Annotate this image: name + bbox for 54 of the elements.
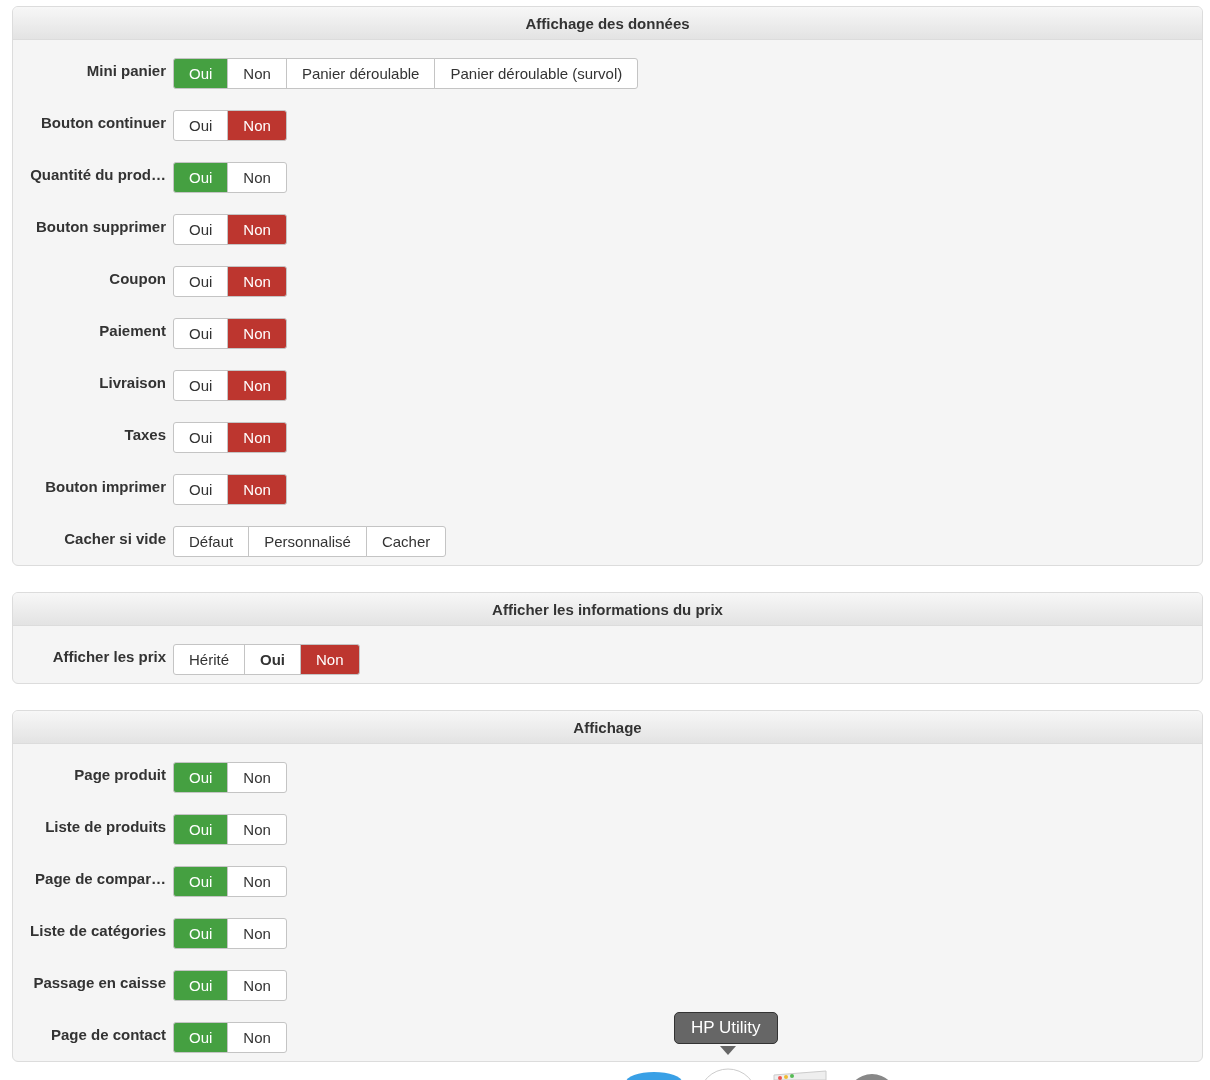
setting-label: Coupon <box>108 270 166 287</box>
toggle-option[interactable]: Non <box>227 762 287 793</box>
toggle-option[interactable]: Oui <box>173 422 229 453</box>
setting-label: Bouton imprimer <box>44 478 166 495</box>
toggle-option[interactable]: Oui <box>173 474 229 505</box>
toggle-option[interactable]: Panier déroulable (survol) <box>434 58 639 89</box>
toggle-option[interactable]: Oui <box>173 214 229 245</box>
setting-label: Page de contact <box>49 1026 166 1043</box>
toggle-option[interactable]: Non <box>227 1022 287 1053</box>
toggle-option[interactable]: Défaut <box>173 526 250 557</box>
setting-label: Taxes <box>123 426 166 443</box>
panel-title: Afficher les informations du prix <box>13 593 1202 626</box>
toggle-option[interactable]: Non <box>300 644 360 675</box>
toggle-option[interactable]: Non <box>227 370 287 401</box>
setting-label: Cacher si vide <box>63 530 166 547</box>
toggle-option[interactable]: Non <box>227 58 287 89</box>
setting-label: Liste de catégories <box>29 922 166 939</box>
panel-title: Affichage des données <box>13 7 1202 40</box>
toggle-option[interactable]: Non <box>227 110 287 141</box>
setting-label: Passage en caisse <box>32 974 166 991</box>
panel-title: Affichage <box>13 711 1202 744</box>
setting-label: Bouton continuer <box>40 114 166 131</box>
setting-label: Liste de produits <box>44 818 166 835</box>
toggle-option[interactable]: Oui <box>173 266 229 297</box>
toggle-option[interactable]: Non <box>227 474 287 505</box>
setting-label: Bouton supprimer <box>35 218 166 235</box>
toggle-option[interactable]: Non <box>227 866 287 897</box>
toggle-option[interactable]: Personnalisé <box>248 526 367 557</box>
toggle-option[interactable]: Non <box>227 814 287 845</box>
toggle-option[interactable]: Non <box>227 318 287 349</box>
toggle-option[interactable]: Non <box>227 918 287 949</box>
toggle-option[interactable]: Non <box>227 422 287 453</box>
setting-label: Quantité du prod… <box>29 166 166 183</box>
setting-label: Afficher les prix <box>51 648 166 665</box>
setting-label: Paiement <box>98 322 166 339</box>
toggle-option[interactable]: Cacher <box>365 526 447 557</box>
setting-label: Page de compar… <box>34 870 166 887</box>
toggle-option[interactable]: Oui <box>173 318 229 349</box>
toggle-option[interactable]: Non <box>227 266 287 297</box>
window-icon[interactable] <box>772 1070 828 1080</box>
toggle-option[interactable]: Non <box>227 214 287 245</box>
setting-label: Mini panier <box>85 62 166 79</box>
setting-label: Page produit <box>73 766 166 783</box>
tooltip-pointer-icon <box>720 1046 736 1056</box>
dock-tooltip: HP Utility <box>674 1012 778 1044</box>
toggle-option[interactable]: Oui <box>173 370 229 401</box>
toggle-option[interactable]: Non <box>227 162 287 193</box>
setting-label: Livraison <box>98 374 166 391</box>
toggle-option[interactable]: Oui <box>173 110 229 141</box>
toggle-option[interactable]: Non <box>227 970 287 1001</box>
cloud-icon[interactable] <box>625 1070 683 1080</box>
toggle-option[interactable]: Hérité <box>173 644 245 675</box>
toggle-option[interactable]: Panier déroulable <box>285 58 436 89</box>
toggle-option[interactable]: Oui <box>244 644 301 675</box>
